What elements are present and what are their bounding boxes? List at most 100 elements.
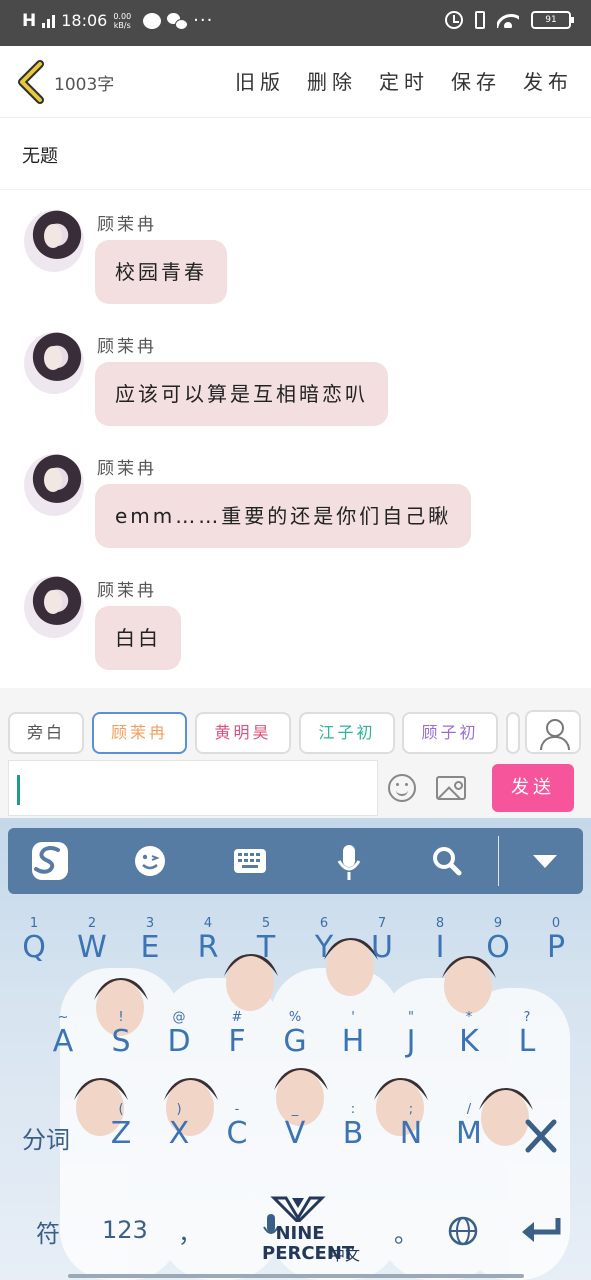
character-chip[interactable]: 江子初 (299, 712, 395, 754)
save-button[interactable]: 保存 (451, 66, 501, 95)
more-notifications-icon: ··· (193, 10, 214, 31)
sogou-logo-icon[interactable] (28, 828, 72, 894)
character-chip[interactable]: 旁白 (8, 712, 84, 754)
status-time: 18:06 (61, 11, 108, 30)
key-j[interactable]: " J (382, 1010, 440, 1090)
image-icon[interactable] (436, 776, 466, 800)
alarm-icon (445, 11, 463, 29)
emoji-icon[interactable] (388, 774, 416, 802)
space-key[interactable]: NINE PERCENT 中文 (262, 1196, 372, 1266)
collapse-keyboard-icon[interactable] (530, 828, 560, 894)
title-row[interactable]: 无题 (0, 118, 591, 190)
sender-name: 顾茉冉 (97, 459, 157, 479)
microphone-icon[interactable] (334, 828, 364, 894)
keyboard: 1Q 2W 3E 4R 5T 6Y 7U 8I 9O 0P ~ A ! S @ D #… (0, 818, 591, 1280)
key-s[interactable]: ! S (92, 1010, 150, 1090)
key-e[interactable]: 3E (121, 916, 179, 996)
old-version-button[interactable]: 旧版 (235, 66, 285, 95)
key-w[interactable]: 2W (63, 916, 121, 996)
globe-icon[interactable] (448, 1216, 478, 1246)
send-button[interactable]: 发送 (492, 764, 574, 812)
message-bubble: emm……重要的还是你们自己瞅 (95, 484, 472, 548)
message-notification-icon (143, 12, 162, 29)
key-h[interactable]: ' H (324, 1010, 382, 1090)
key-z[interactable]: (Z (92, 1102, 150, 1182)
signal-label: H (22, 10, 37, 31)
character-chip-partial[interactable] (506, 712, 520, 754)
key-v[interactable]: _ V (266, 1102, 324, 1182)
language-label: 中文 (330, 1246, 361, 1264)
message-bubble: 应该可以算是互相暗恋叭 (95, 362, 388, 426)
message-item[interactable]: 顾茉冉 应该可以算是互相暗恋叭 (0, 332, 591, 442)
editor-header: 1003字 旧版 删除 定时 保存 发布 (0, 46, 591, 118)
sender-name: 顾茉冉 (97, 215, 157, 235)
character-selector: 旁白 顾茉冉 黄明昊 江子初 顾子初 (0, 688, 591, 758)
character-chip[interactable]: 黄明昊 (195, 712, 291, 754)
number-key[interactable]: 123 (102, 1216, 148, 1244)
key-d[interactable]: @ D (150, 1010, 208, 1090)
signal-bars-icon (42, 14, 56, 28)
composer: 发送 (0, 758, 591, 818)
text-caret (17, 775, 20, 805)
person-icon[interactable] (525, 710, 581, 754)
delete-button[interactable]: 删除 (307, 66, 357, 95)
key-x[interactable]: ) X (150, 1102, 208, 1182)
sender-name: 顾茉冉 (97, 581, 157, 601)
avatar (24, 332, 84, 394)
key-r[interactable]: 4R (179, 916, 237, 996)
message-item[interactable]: 顾茉冉 白白 (0, 576, 591, 686)
comma-key[interactable]: ， (178, 1214, 202, 1249)
message-bubble: 白白 (95, 606, 181, 670)
key-n[interactable]: ; N (382, 1102, 440, 1182)
key-o[interactable]: 9O (469, 916, 527, 996)
key-g[interactable]: % G (266, 1010, 324, 1090)
key-p[interactable]: 0P (527, 916, 585, 996)
key-c[interactable]: -C (208, 1102, 266, 1182)
back-arrow-icon[interactable] (16, 60, 48, 104)
key-a[interactable]: ~ A (34, 1010, 92, 1090)
symbol-key[interactable]: 符 (36, 1214, 60, 1249)
key-m[interactable]: / M (440, 1102, 498, 1182)
message-item[interactable]: 顾茉冉 校园青春 (0, 210, 591, 320)
avatar (24, 454, 84, 516)
segment-key[interactable]: 分词 (22, 1120, 70, 1155)
brand-text: NINE PERCENT (262, 1223, 355, 1264)
key-y[interactable]: 6Y (295, 916, 353, 996)
message-input[interactable] (8, 760, 378, 816)
key-i[interactable]: 8I (411, 916, 469, 996)
keyboard-toolbar (8, 828, 583, 894)
sender-name: 顾茉冉 (97, 337, 157, 357)
avatar (24, 576, 84, 638)
vibrate-icon (475, 11, 485, 29)
battery-icon: 91 (531, 11, 574, 29)
document-title: 无题 (22, 146, 58, 167)
network-speed: 0.00 kB/s (113, 11, 132, 30)
word-count: 1003字 (54, 75, 115, 95)
key-l[interactable]: ? L (498, 1010, 556, 1090)
wechat-icon (167, 12, 189, 30)
nine-percent-logo-icon (270, 1196, 326, 1222)
key-t[interactable]: 5T (237, 916, 295, 996)
message-item[interactable]: 顾茉冉 emm……重要的还是你们自己瞅 (0, 454, 591, 564)
emoji-face-icon[interactable] (132, 828, 168, 894)
backspace-icon[interactable] (524, 1118, 558, 1154)
period-key[interactable]: 。 (394, 1214, 418, 1249)
message-bubble: 校园青春 (95, 240, 227, 304)
header-actions: 旧版 删除 定时 保存 发布 (235, 66, 573, 95)
toolbar-divider (498, 836, 499, 886)
publish-button[interactable]: 发布 (523, 66, 573, 95)
character-chip[interactable]: 顾茉冉 (92, 712, 187, 754)
enter-icon[interactable] (520, 1216, 562, 1246)
home-indicator[interactable] (68, 1274, 524, 1278)
key-b[interactable]: :B (324, 1102, 382, 1182)
status-bar: H 18:06 0.00 kB/s ··· 91 (0, 0, 591, 46)
key-q[interactable]: 1Q (5, 916, 63, 996)
wifi-icon (497, 12, 519, 28)
schedule-button[interactable]: 定时 (379, 66, 429, 95)
key-u[interactable]: 7U (353, 916, 411, 996)
search-icon[interactable] (430, 828, 464, 894)
keyboard-layout-icon[interactable] (230, 828, 270, 894)
character-chip[interactable]: 顾子初 (402, 712, 498, 754)
key-f[interactable]: # F (208, 1010, 266, 1090)
key-k[interactable]: * K (440, 1010, 498, 1090)
